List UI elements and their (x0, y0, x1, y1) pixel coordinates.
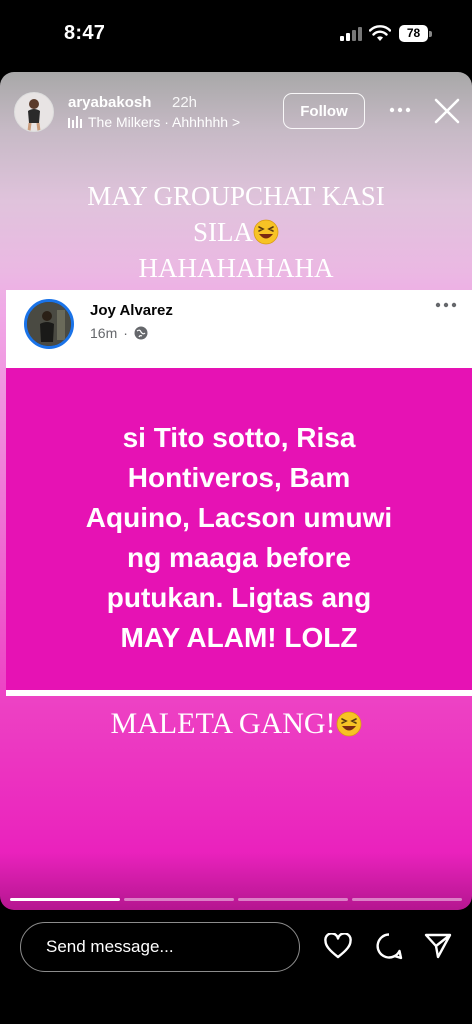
story-caption-bottom: MALETA GANG! (0, 706, 472, 742)
story-caption-top: MAY GROUPCHAT KASI SILA HAHAHAHAHA (0, 178, 472, 286)
progress-segment (238, 898, 348, 901)
story-username[interactable]: aryabakosh (68, 94, 151, 111)
story-music[interactable]: The Milkers · Ahhhhhh > (68, 114, 240, 130)
music-label: The Milkers · Ahhhhhh > (88, 114, 241, 130)
caption-line-3: HAHAHAHAHA (138, 253, 334, 283)
caption-line-2: SILA (193, 217, 253, 247)
battery-level: 78 (399, 25, 428, 42)
send-icon[interactable] (424, 932, 452, 960)
progress-segment (352, 898, 462, 901)
battery-icon: 78 (399, 25, 433, 43)
chat-icon[interactable] (375, 932, 403, 960)
story-avatar[interactable] (14, 92, 54, 132)
music-icon (68, 116, 82, 128)
caption-line-1: MAY GROUPCHAT KASI (87, 181, 385, 211)
post-text-line: MAY ALAM! LOLZ (120, 622, 358, 653)
story-viewer[interactable]: aryabakosh 22h The Milkers · Ahhhhhh > F… (0, 72, 472, 910)
follow-button[interactable]: Follow (283, 93, 365, 129)
laughing-emoji-icon (253, 219, 279, 245)
laughing-emoji-icon (336, 711, 361, 737)
post-text: si Tito sotto, Risa Hontiveros, Bam Aqui… (6, 418, 472, 658)
story-progress-bar (10, 898, 462, 901)
post-author-avatar (24, 299, 74, 349)
story-time-ago: 22h (172, 94, 198, 111)
progress-segment (10, 898, 120, 901)
post-text-line: putukan. Ligtas ang (106, 582, 372, 613)
post-author-name: Joy Alvarez (90, 302, 173, 319)
post-text-line: Hontiveros, Bam (127, 462, 351, 493)
post-meta: 16m · (90, 325, 148, 341)
send-message-input[interactable]: Send message... (20, 922, 300, 972)
more-icon[interactable] (388, 98, 412, 122)
post-more-icon (435, 302, 457, 308)
wifi-icon (369, 25, 391, 41)
post-text-line: Aquino, Lacson umuwi (85, 502, 393, 533)
post-time: 16m (90, 325, 118, 341)
post-header: Joy Alvarez 16m · (6, 290, 472, 368)
status-time: 8:47 (64, 22, 106, 44)
heart-icon[interactable] (324, 933, 352, 959)
caption-bottom-text: MALETA GANG! (110, 707, 336, 740)
signal-icon (340, 27, 362, 41)
post-text-line: ng maaga before (126, 542, 352, 573)
post-footer-edge (6, 690, 472, 696)
globe-icon (134, 326, 148, 340)
post-body: si Tito sotto, Risa Hontiveros, Bam Aqui… (6, 368, 472, 690)
post-text-line: si Tito sotto, Risa (122, 422, 356, 453)
progress-segment (124, 898, 234, 901)
status-bar: 8:47 78 (0, 0, 472, 70)
close-icon[interactable] (434, 98, 460, 124)
